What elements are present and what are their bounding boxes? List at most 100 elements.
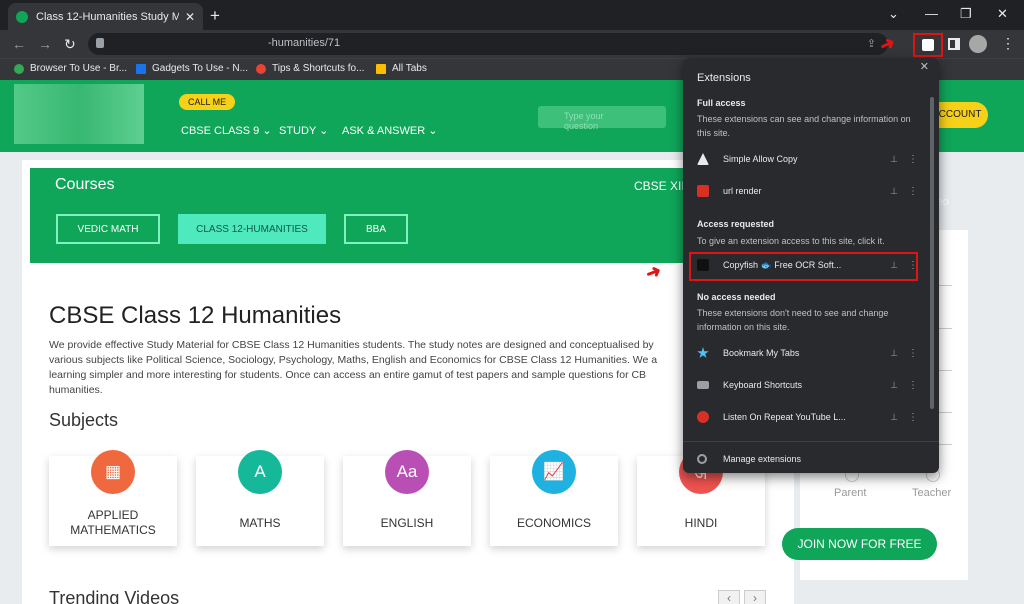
tab-close-icon[interactable]: ✕ bbox=[185, 10, 195, 24]
access-requested-heading: Access requested bbox=[697, 219, 775, 229]
page-title: CBSE Class 12 Humanities bbox=[49, 302, 342, 329]
intro-paragraph: We provide effective Study Material for … bbox=[49, 339, 658, 396]
more-icon[interactable]: ⋮ bbox=[903, 412, 923, 423]
carousel-next-button[interactable]: › bbox=[744, 590, 766, 604]
extension-row[interactable]: Listen On Repeat YouTube L... ⊥ ⋮ bbox=[689, 405, 923, 429]
extension-row[interactable]: Bookmark My Tabs ⊥ ⋮ bbox=[689, 341, 923, 365]
bookmark-item[interactable]: Browser To Use - Br... bbox=[14, 63, 127, 74]
star-icon bbox=[697, 347, 709, 358]
compass-icon: A bbox=[238, 450, 282, 494]
subject-name: ENGLISH bbox=[380, 516, 434, 530]
manage-extensions-label: Manage extensions bbox=[723, 454, 802, 464]
pill-bba[interactable]: BBA bbox=[344, 214, 408, 244]
subject-card-applied-mathematics[interactable]: ▦ APPLIED MATHEMATICS bbox=[49, 450, 177, 546]
menu-cbse-class-9[interactable]: CBSE CLASS 9 ⌄ bbox=[181, 124, 272, 137]
subject-name: ECONOMICS bbox=[516, 516, 591, 530]
more-icon[interactable]: ⋮ bbox=[903, 348, 923, 359]
extension-name: Listen On Repeat YouTube L... bbox=[723, 412, 846, 422]
puzzle-icon bbox=[922, 39, 934, 51]
reload-icon[interactable]: ↻ bbox=[64, 36, 76, 53]
tab-active[interactable]: Class 12-Humanities Study Mater ✕ bbox=[8, 3, 203, 30]
site-logo[interactable] bbox=[14, 84, 144, 144]
extension-name: Simple Allow Copy bbox=[723, 154, 798, 164]
more-icon[interactable]: ⋮ bbox=[903, 380, 923, 391]
pin-icon[interactable]: ⊥ bbox=[885, 380, 903, 391]
subject-name: APPLIED MATHEMATICS bbox=[70, 508, 156, 537]
bookmark-label: Browser To Use - Br... bbox=[30, 63, 128, 74]
trending-videos-heading: Trending Videos bbox=[49, 588, 180, 604]
close-window-button[interactable]: ✕ bbox=[997, 6, 1008, 22]
browser-toolbar: ← → ↻ -humanities/71 ⇪ ⋮ bbox=[0, 30, 1024, 58]
question-input[interactable]: Type your question bbox=[538, 106, 666, 131]
close-icon[interactable]: ✕ bbox=[920, 60, 929, 73]
browser-window: Class 12-Humanities Study Mater ✕ + ⌄ — … bbox=[0, 0, 1024, 604]
new-tab-button[interactable]: + bbox=[210, 6, 220, 26]
menu-ask-answer[interactable]: ASK & ANSWER ⌄ bbox=[342, 124, 437, 137]
folder-icon bbox=[376, 63, 386, 74]
simple-allow-copy-icon bbox=[697, 153, 709, 165]
extension-row[interactable]: Keyboard Shortcuts ⊥ ⋮ bbox=[689, 373, 923, 397]
lock-icon[interactable] bbox=[96, 38, 104, 48]
bookmark-label: All Tabs bbox=[392, 63, 427, 74]
pin-icon[interactable]: ⊥ bbox=[885, 154, 903, 165]
courses-title: Courses bbox=[55, 176, 115, 193]
url-render-icon bbox=[697, 185, 709, 197]
cbse-xii-label: CBSE XII bbox=[634, 179, 685, 193]
menu-dots-icon[interactable]: ⋮ bbox=[1001, 35, 1015, 52]
full-access-heading: Full access bbox=[697, 98, 746, 108]
minimize-button[interactable]: — bbox=[925, 6, 938, 21]
manage-extensions-button[interactable]: Manage extensions bbox=[697, 454, 801, 464]
no-access-description: These extensions don't need to see and c… bbox=[697, 308, 889, 332]
pin-icon[interactable]: ⊥ bbox=[885, 186, 903, 197]
menu-study[interactable]: STUDY ⌄ bbox=[279, 124, 328, 137]
bookmark-label: Tips & Shortcuts fo... bbox=[272, 63, 365, 74]
scrollbar[interactable] bbox=[930, 97, 934, 409]
profile-avatar[interactable] bbox=[969, 35, 987, 53]
forward-icon[interactable]: → bbox=[38, 36, 52, 52]
subject-card-maths[interactable]: A MATHS bbox=[196, 450, 324, 546]
call-me-button[interactable]: CALL ME bbox=[179, 94, 236, 110]
tab-strip: Class 12-Humanities Study Mater ✕ + ⌄ — … bbox=[0, 0, 1024, 30]
subject-card-economics[interactable]: 📈 ECONOMICS bbox=[490, 450, 618, 546]
no-access-heading: No access needed bbox=[697, 292, 776, 302]
join-now-button[interactable]: JOIN NOW FOR FREE bbox=[782, 528, 937, 560]
tab-search-icon[interactable]: ⌄ bbox=[888, 6, 899, 22]
bookmark-label: Gadgets To Use - N... bbox=[152, 63, 248, 74]
pill-class-12-humanities[interactable]: CLASS 12-HUMANITIES bbox=[178, 214, 326, 244]
url-text: -humanities/71 bbox=[268, 37, 341, 49]
more-icon[interactable]: ⋮ bbox=[903, 154, 923, 165]
keyboard-icon bbox=[697, 381, 709, 389]
carousel-prev-button[interactable]: ‹ bbox=[718, 590, 740, 604]
share-icon[interactable]: ⇪ bbox=[867, 37, 876, 50]
back-icon[interactable]: ← bbox=[12, 36, 26, 52]
side-panel-icon[interactable] bbox=[948, 38, 960, 50]
address-bar[interactable]: -humanities/71 ⇪ bbox=[88, 33, 888, 55]
extension-row[interactable]: url render ⊥ ⋮ bbox=[689, 179, 923, 203]
subject-card-english[interactable]: Aa ENGLISH bbox=[343, 450, 471, 546]
site-favicon-icon bbox=[16, 10, 28, 23]
subjects-heading: Subjects bbox=[49, 410, 119, 430]
extension-name: Keyboard Shortcuts bbox=[723, 380, 803, 390]
bookmark-item[interactable]: Tips & Shortcuts fo... bbox=[256, 63, 364, 74]
graph-icon: 📈 bbox=[532, 450, 576, 494]
subject-name: HINDI bbox=[684, 516, 718, 530]
pill-vedic-math[interactable]: VEDIC MATH bbox=[56, 214, 160, 244]
globe-icon bbox=[14, 63, 24, 74]
extensions-title: Extensions bbox=[697, 72, 751, 84]
gadgets-icon bbox=[136, 63, 146, 74]
bookmark-item[interactable]: Gadgets To Use - N... bbox=[136, 63, 248, 74]
pin-icon[interactable]: ⊥ bbox=[885, 412, 903, 423]
highlight-box bbox=[689, 252, 918, 281]
bookmark-folder[interactable]: All Tabs bbox=[376, 63, 427, 74]
extension-row[interactable]: Simple Allow Copy ⊥ ⋮ bbox=[689, 147, 923, 171]
tab-title: Class 12-Humanities Study Mater bbox=[36, 10, 179, 23]
chrome-icon bbox=[256, 63, 266, 74]
calculator-icon: ▦ bbox=[91, 450, 135, 494]
more-icon[interactable]: ⋮ bbox=[903, 186, 923, 197]
pin-icon[interactable]: ⊥ bbox=[885, 348, 903, 359]
restore-button[interactable]: ❐ bbox=[960, 6, 972, 22]
gear-icon bbox=[697, 454, 707, 464]
teacher-label: Teacher bbox=[912, 487, 952, 499]
extensions-button[interactable] bbox=[913, 33, 943, 57]
subject-name: MATHS bbox=[239, 516, 281, 530]
